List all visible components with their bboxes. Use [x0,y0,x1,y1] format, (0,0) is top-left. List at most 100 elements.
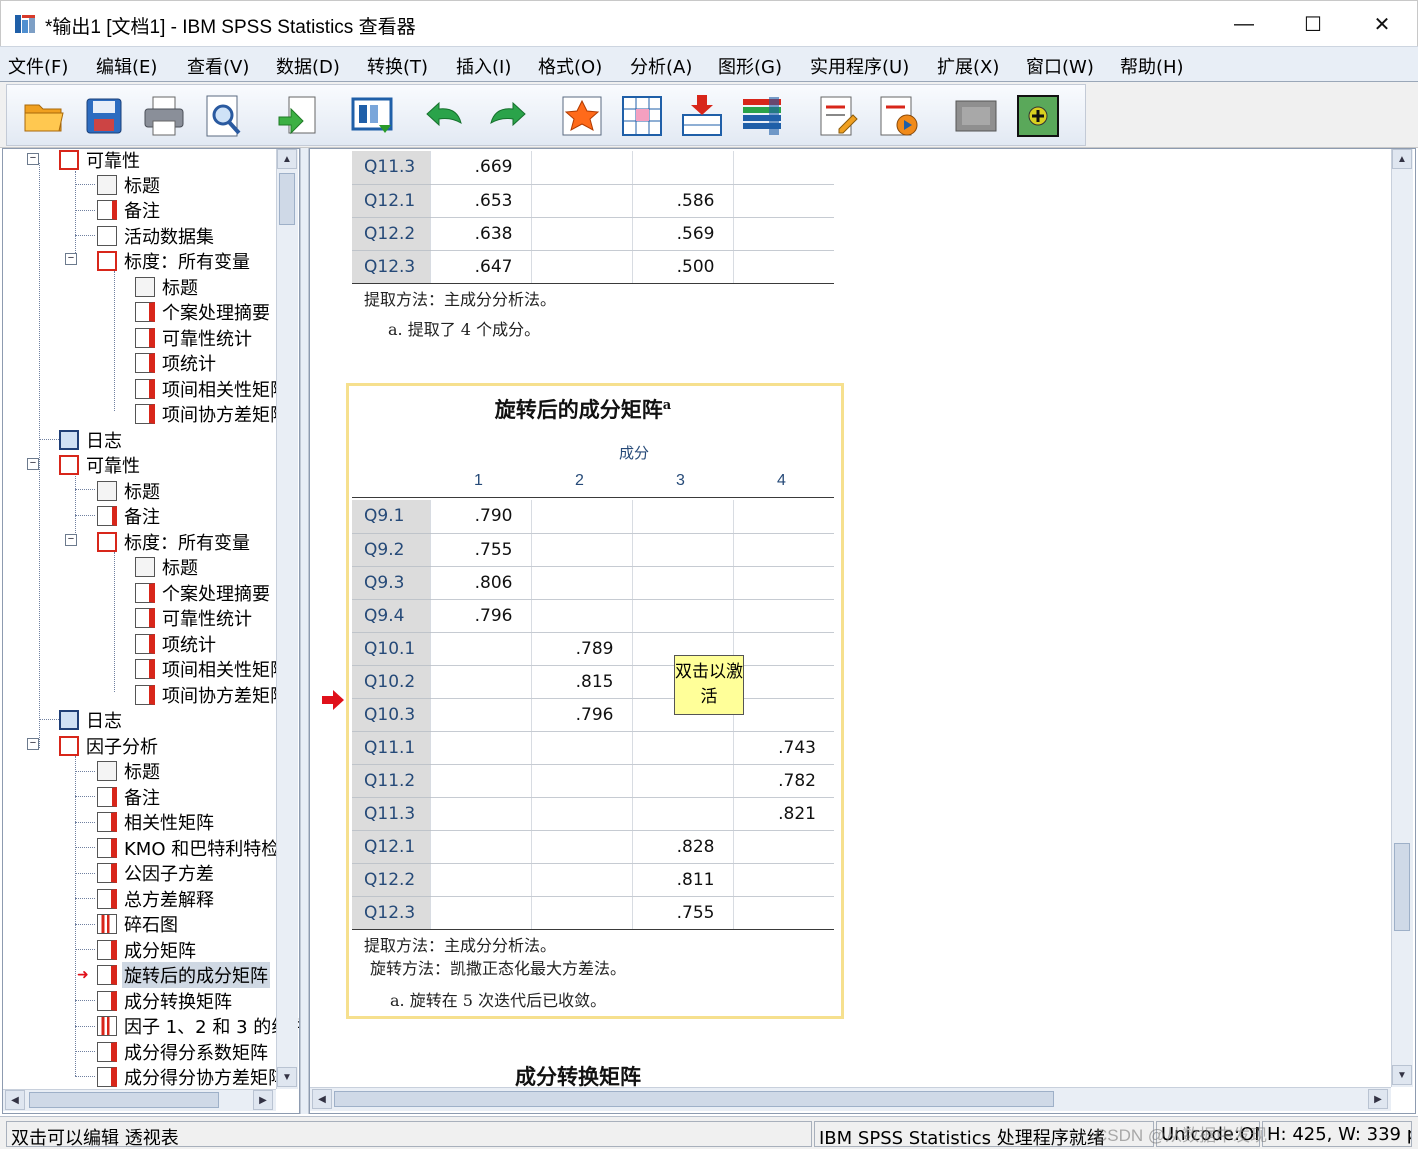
outline-item[interactable]: 成分矩阵 [97,937,198,962]
outline-item[interactable]: 可靠性统计 [135,325,254,350]
outline-item[interactable]: 项间相关性矩阵 [135,376,290,401]
minimize-button[interactable]: — [1209,1,1279,47]
hide-icon[interactable] [953,93,999,139]
cell [530,863,632,897]
table-row: Q11.2 .782 [352,764,834,798]
menu-edit[interactable]: 编辑(E) [96,53,157,79]
cell [732,184,834,218]
variables-icon[interactable] [739,93,785,139]
outline-item[interactable]: 项间协方差矩阵 [135,401,290,426]
rotated-matrix-table[interactable]: Q9.1.790 Q9.2.755 Q9.3.806 Q9.4.796 Q10.… [352,500,834,930]
outline-pane[interactable]: − − − − − 可靠性 标题 备注 活动数据集 标度：所有变量 标题 个案处… [2,148,300,1114]
outline-item[interactable]: 个案处理摘要 [135,580,272,605]
collapse-toggle[interactable]: − [65,253,77,265]
collapse-toggle[interactable]: − [27,738,39,750]
collapse-toggle[interactable]: − [65,534,77,546]
scroll-left-arrow-icon[interactable]: ◀ [312,1089,332,1109]
outline-item[interactable]: 日志 [59,427,124,452]
show-icon[interactable] [1015,93,1061,139]
outline-horizontal-scrollbar[interactable]: ◀ ▶ [3,1089,276,1111]
outline-item[interactable]: 成分得分系数矩阵 [97,1039,270,1064]
outline-item[interactable]: 标题 [135,274,200,299]
undo-icon[interactable] [423,93,469,139]
outline-item[interactable]: 标题 [135,554,200,579]
collapse-toggle[interactable]: − [27,153,39,165]
output-content-pane[interactable]: Q11.3 .669 Q12.1 .653 .586 Q12.2 .638 .5… [309,148,1416,1114]
close-button[interactable]: ✕ [1347,1,1417,47]
outline-item[interactable]: 总方差解释 [97,886,216,911]
menu-transform[interactable]: 转换(T) [367,53,428,79]
outline-item[interactable]: 项统计 [135,631,218,656]
goto-case-icon[interactable] [619,93,665,139]
menu-insert[interactable]: 插入(I) [456,53,511,79]
scroll-thumb[interactable] [334,1091,1054,1107]
collapse-toggle[interactable]: − [27,458,39,470]
outline-item[interactable]: 备注 [97,784,162,809]
content-horizontal-scrollbar[interactable]: ◀ ▶ [310,1087,1391,1111]
export-icon[interactable] [275,93,321,139]
menu-analyze[interactable]: 分析(A) [630,53,692,79]
outline-item[interactable]: 标题 [97,758,162,783]
outline-item[interactable]: 活动数据集 [97,223,216,248]
outline-vertical-scrollbar[interactable]: ▲ ▼ [276,149,298,1089]
scroll-thumb[interactable] [29,1092,219,1108]
content-vertical-scrollbar[interactable]: ▲ ▼ [1391,149,1413,1087]
scroll-thumb[interactable] [1394,843,1410,931]
menu-window[interactable]: 窗口(W) [1026,53,1094,79]
insert-text-icon[interactable] [875,93,921,139]
menu-graphs[interactable]: 图形(G) [718,53,782,79]
menu-view[interactable]: 查看(V) [187,53,249,79]
menu-format[interactable]: 格式(O) [538,53,602,79]
menu-extensions[interactable]: 扩展(X) [937,53,999,79]
outline-item[interactable]: 备注 [97,503,162,528]
insert-cases-icon[interactable] [679,93,725,139]
outline-item[interactable]: 日志 [59,707,124,732]
outline-item-selected[interactable]: ➜ 旋转后的成分矩阵 [77,961,270,988]
outline-item[interactable]: 标题 [97,172,162,197]
scroll-right-arrow-icon[interactable]: ▶ [253,1090,273,1110]
outline-item[interactable]: 备注 [97,197,162,222]
outline-item[interactable]: 因子 1、2 和 3 的组件图 [97,1013,299,1038]
scroll-up-arrow-icon[interactable]: ▲ [277,149,297,169]
outline-item[interactable]: 个案处理摘要 [135,299,272,324]
outline-item[interactable]: 标度：所有变量 [97,248,252,273]
outline-item[interactable]: 可靠性 [59,149,142,172]
recall-dialog-icon[interactable] [349,93,395,139]
scroll-right-arrow-icon[interactable]: ▶ [1368,1089,1388,1109]
scroll-down-arrow-icon[interactable]: ▼ [277,1067,297,1087]
menu-utilities[interactable]: 实用程序(U) [810,53,909,79]
outline-item[interactable]: 公因子方差 [97,860,216,885]
scroll-up-arrow-icon[interactable]: ▲ [1392,149,1412,169]
outline-item[interactable]: 成分得分协方差矩阵 [97,1064,288,1089]
menu-help[interactable]: 帮助(H) [1120,53,1184,79]
outline-item[interactable]: 标度：所有变量 [97,529,252,554]
scroll-down-arrow-icon[interactable]: ▼ [1392,1065,1412,1085]
outline-item[interactable]: 项间相关性矩阵 [135,656,290,681]
outline-item[interactable]: 碎石图 [97,911,180,936]
outline-item[interactable]: 可靠性 [59,452,142,477]
outline-item[interactable]: 项统计 [135,350,218,375]
outline-item[interactable]: 可靠性统计 [135,605,254,630]
outline-item[interactable]: KMO 和巴特利特检验 [97,835,299,860]
save-icon[interactable] [81,93,127,139]
scroll-thumb[interactable] [279,173,295,225]
outline-item[interactable]: 项间协方差矩阵 [135,682,290,707]
outline-item[interactable]: 因子分析 [59,733,160,758]
scroll-left-arrow-icon[interactable]: ◀ [5,1090,25,1110]
goto-data-icon[interactable] [559,93,605,139]
maximize-button[interactable]: ☐ [1278,1,1348,47]
menu-file[interactable]: 文件(F) [8,53,68,79]
pane-splitter[interactable] [300,148,309,1114]
menu-data[interactable]: 数据(D) [276,53,340,79]
print-preview-icon[interactable] [201,93,247,139]
cell [732,151,834,185]
component-matrix-table[interactable]: Q11.3 .669 Q12.1 .653 .586 Q12.2 .638 .5… [352,151,834,284]
redo-icon[interactable] [483,93,529,139]
outline-item[interactable]: 相关性矩阵 [97,809,216,834]
insert-heading-icon[interactable] [815,93,861,139]
print-icon[interactable] [141,93,187,139]
outline-item[interactable]: 标题 [97,478,162,503]
outline-item[interactable]: 成分转换矩阵 [97,988,234,1013]
open-folder-icon[interactable] [21,93,67,139]
rotated-component-matrix[interactable]: 旋转后的成分矩阵a 成分 1 2 3 4 Q9.1.790 Q9.2.755 Q… [346,383,844,1019]
